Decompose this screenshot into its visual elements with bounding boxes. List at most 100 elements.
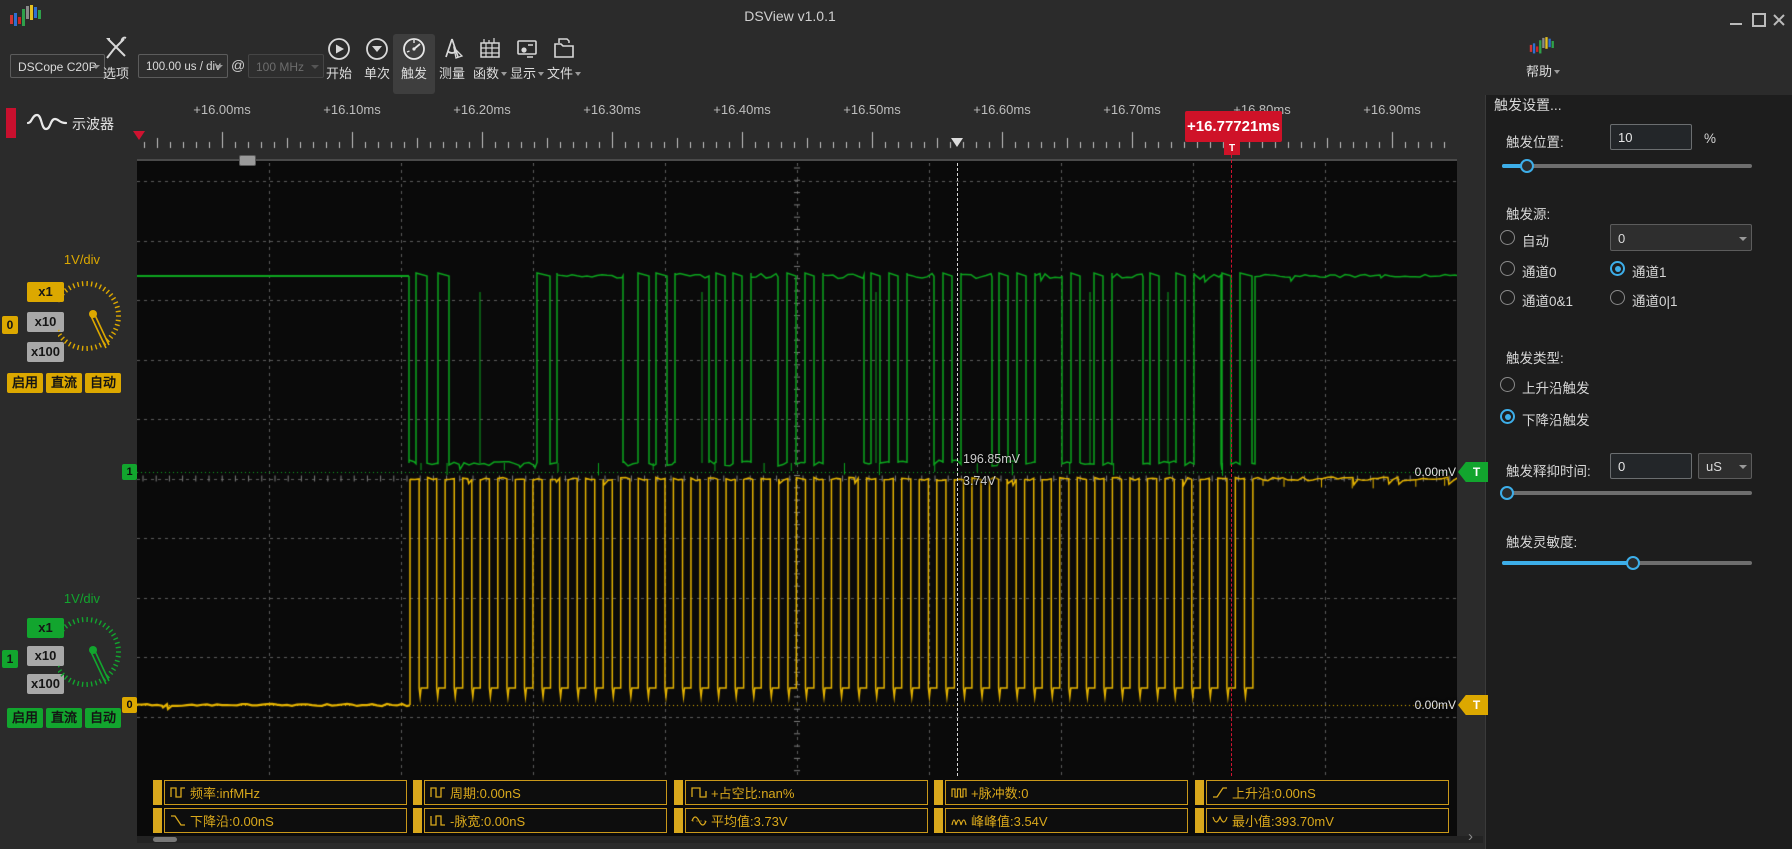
measure-cell[interactable]: 平均值:3.73V (674, 808, 928, 833)
maximize-button[interactable] (1752, 13, 1768, 27)
cursor-ruler-arrow-icon[interactable] (951, 138, 963, 147)
close-button[interactable] (1772, 13, 1788, 27)
horizontal-scrollbar-thumb[interactable] (153, 837, 177, 842)
measure-cell[interactable]: +占空比:nan% (674, 780, 928, 805)
ruler-label: +16.90ms (1363, 102, 1421, 117)
radio-rising-edge[interactable] (1500, 377, 1515, 392)
measure-cell[interactable]: +脉冲数:0 (934, 780, 1188, 805)
trigger-position-slider[interactable] (1502, 164, 1752, 168)
device-select-value: DSCope C20P (18, 60, 97, 74)
minimize-button[interactable] (1730, 13, 1746, 27)
percent-label: % (1704, 131, 1717, 146)
options-button[interactable]: 选项 (94, 36, 138, 83)
trigger-holdoff-slider-handle[interactable] (1500, 486, 1514, 500)
ruler-label: +16.60ms (973, 102, 1031, 117)
ch1-autoset-button[interactable]: 自动 (85, 708, 122, 728)
ruler-label: +16.00ms (193, 102, 251, 117)
pan-handle[interactable] (239, 155, 256, 166)
ch1-trigger-flag[interactable]: T (1458, 462, 1488, 482)
display-icon (517, 40, 537, 58)
radio-source-ch0-label[interactable]: 通道0 (1522, 261, 1557, 281)
chevron-down-icon (575, 72, 581, 76)
measure-cell[interactable]: 上升沿:0.00nS (1195, 780, 1449, 805)
device-select[interactable]: DSCope C20P (10, 54, 105, 78)
radio-source-auto[interactable] (1500, 230, 1515, 245)
measure-cell[interactable]: 周期:0.00nS (413, 780, 667, 805)
ch0-autoset-button[interactable]: 自动 (85, 373, 122, 393)
ch0-enable-button[interactable]: 启用 (7, 373, 44, 393)
trigger-holdoff-label: 触发释抑时间: (1506, 464, 1591, 479)
ruler-label: +16.30ms (583, 102, 641, 117)
holdoff-unit-select[interactable]: uS (1698, 453, 1752, 479)
radio-source-ch0or1-label[interactable]: 通道0|1 (1632, 290, 1678, 310)
square-wave-icon (170, 787, 185, 798)
min-value-icon (1212, 815, 1228, 823)
radio-falling-edge-label[interactable]: 下降沿触发 (1522, 409, 1590, 429)
trigger-holdoff-slider[interactable] (1502, 491, 1752, 495)
compass-icon (445, 38, 464, 59)
samplerate-select[interactable]: 100 MHz (248, 54, 324, 78)
scope-tab-label[interactable]: 示波器 (72, 114, 114, 134)
folder-icon (554, 38, 574, 58)
measure-cell[interactable]: 下降沿:0.00nS (153, 808, 407, 833)
timebase-select[interactable]: 100.00 us / div (138, 54, 228, 78)
radio-source-ch0or1[interactable] (1610, 290, 1625, 305)
wrench-icon (106, 36, 127, 59)
trigger-sensitivity-slider-handle[interactable] (1626, 556, 1640, 570)
ch0-zero-level-label: 0.00mV (1414, 698, 1456, 712)
ch0-vdiv-label: 1V/div (63, 252, 101, 267)
trigger-position-label: 触发位置: (1506, 135, 1564, 150)
neg-pulse-width-icon (430, 815, 445, 826)
radio-source-ch0and1-label[interactable]: 通道0&1 (1522, 290, 1573, 310)
samplerate-select-value: 100 MHz (256, 60, 305, 74)
ch1-enable-button[interactable]: 启用 (7, 708, 44, 728)
help-logo-icon (1529, 37, 1554, 54)
radio-source-ch1-label[interactable]: 通道1 (1632, 261, 1667, 281)
radio-rising-edge-label[interactable]: 上升沿触发 (1522, 377, 1590, 397)
trigger-position-slider-handle[interactable] (1520, 159, 1534, 173)
trigger-source-label: 触发源: (1506, 207, 1551, 222)
trigger-time-badge[interactable]: +16.77721ms (1185, 111, 1282, 142)
ch0-trigger-flag[interactable]: T (1458, 695, 1488, 715)
ch1-coupling-button[interactable]: 直流 (46, 708, 83, 728)
trigger-panel-title: 触发设置... (1494, 97, 1562, 113)
trigger-type-label: 触发类型: (1506, 351, 1564, 366)
ch0-vdiv-dial[interactable] (58, 266, 122, 368)
ch1-vdiv-dial[interactable] (58, 602, 122, 704)
trigger-sensitivity-label: 触发灵敏度: (1506, 535, 1578, 550)
horizontal-scrollbar[interactable] (137, 836, 1483, 843)
radio-falling-edge[interactable] (1500, 409, 1515, 424)
radio-source-ch0and1[interactable] (1500, 290, 1515, 305)
measure-cell[interactable]: 峰峰值:3.54V (934, 808, 1188, 833)
ch0-trace-handle[interactable]: 0 (122, 697, 137, 713)
cursor-ch0-value: 3.74V (963, 474, 996, 488)
chevron-down-icon (1554, 70, 1560, 74)
ch0-coupling-button[interactable]: 直流 (46, 373, 83, 393)
at-symbol: @ (231, 57, 246, 73)
ruler-label: +16.20ms (453, 102, 511, 117)
falling-edge-icon (171, 815, 185, 826)
measure-cell[interactable]: -脉宽:0.00nS (413, 808, 667, 833)
square-wave-icon (430, 787, 445, 798)
source-channel-select[interactable]: 0 (1610, 224, 1752, 251)
trigger-position-input[interactable] (1610, 124, 1692, 150)
function-grid-icon (480, 38, 500, 58)
waveform-canvas[interactable] (137, 163, 1457, 776)
ch1-trace-handle[interactable]: 1 (122, 464, 137, 480)
ch0-sidebar-badge: 0 (2, 316, 18, 334)
play-circle-icon (328, 38, 350, 60)
measure-cell[interactable]: 最小值:393.70mV (1195, 808, 1449, 833)
trigger-holdoff-input[interactable] (1610, 453, 1692, 479)
help-button[interactable]: 帮助 (1521, 36, 1565, 81)
trigger-gauge-icon (403, 38, 425, 60)
data-start-marker-icon (133, 131, 145, 140)
radio-source-ch1[interactable] (1610, 261, 1625, 276)
radio-source-ch0[interactable] (1500, 261, 1515, 276)
radio-source-auto-label[interactable]: 自动 (1522, 230, 1549, 250)
ruler-label: +16.70ms (1103, 102, 1161, 117)
measure-cursor-line[interactable] (957, 163, 958, 776)
oscilloscope-wave-icon[interactable] (26, 110, 68, 134)
trigger-t-marker[interactable]: T (1224, 142, 1240, 155)
toolbar-button-file[interactable]: 文件 (542, 36, 586, 83)
measure-cell[interactable]: 频率:infMHz (153, 780, 407, 805)
